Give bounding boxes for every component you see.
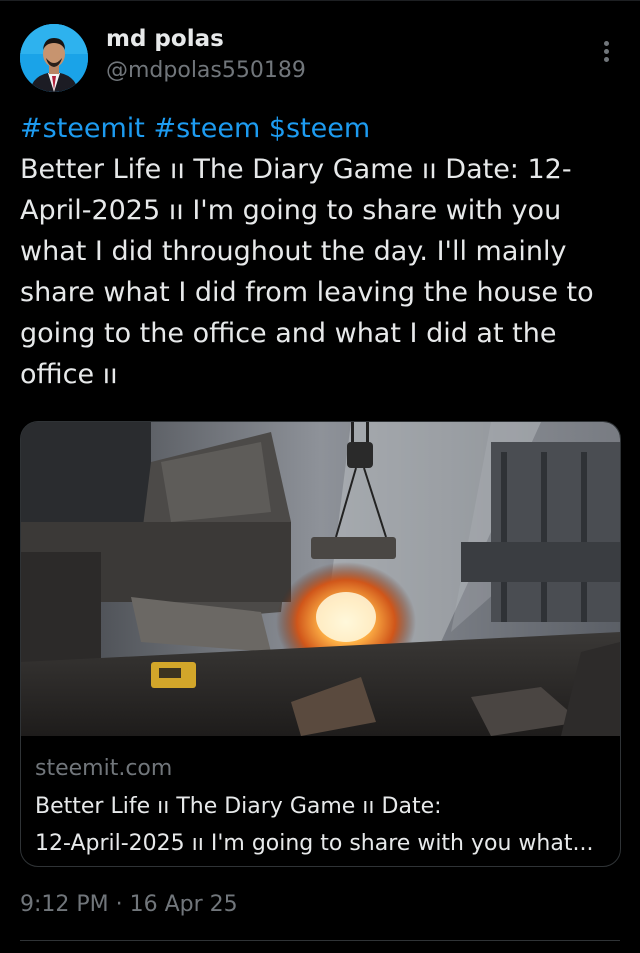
link-preview-card[interactable]: steemit.com Better Life ıı The Diary Gam… bbox=[20, 421, 621, 867]
avatar-image bbox=[20, 24, 88, 92]
tweet-text: Better Life ıı The Diary Game ıı Date: 1… bbox=[20, 154, 594, 390]
bottom-divider bbox=[20, 940, 620, 941]
tweet-timestamp[interactable]: 9:12 PM · 16 Apr 25 bbox=[20, 892, 238, 917]
author-handle[interactable]: @mdpolas550189 bbox=[106, 58, 306, 83]
card-title-line2: 12-April-2025 ıı I'm going to share with… bbox=[35, 831, 594, 856]
top-divider bbox=[0, 0, 640, 1]
card-title-line1: Better Life ıı The Diary Game ıı Date: bbox=[35, 794, 442, 819]
tweet-body: #steemit #steem $steem Better Life ıı Th… bbox=[20, 108, 620, 395]
avatar[interactable] bbox=[20, 24, 88, 92]
more-options-icon[interactable] bbox=[596, 38, 616, 68]
card-domain: steemit.com bbox=[35, 756, 173, 781]
hashtags[interactable]: #steemit #steem $steem bbox=[20, 108, 620, 149]
steel-mill-image bbox=[21, 422, 620, 736]
author-name[interactable]: md polas bbox=[106, 26, 224, 52]
card-title: Better Life ıı The Diary Game ıı Date: 1… bbox=[35, 788, 610, 862]
